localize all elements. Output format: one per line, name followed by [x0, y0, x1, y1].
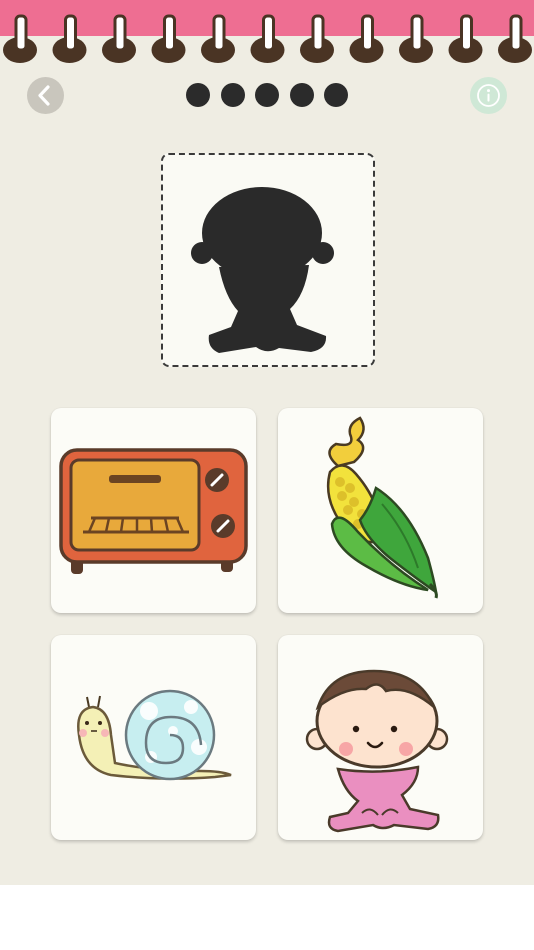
choice-card-baby[interactable]: [278, 635, 483, 840]
baby-icon: [305, 669, 449, 833]
progress-dot: [324, 83, 348, 107]
notebook-rings: [3, 14, 532, 63]
spiral-ring: [102, 14, 136, 63]
spiral-ring: [52, 14, 87, 63]
baby-silhouette-icon: [191, 187, 334, 353]
spiral-ring: [498, 14, 532, 63]
chevron-left-icon: [38, 85, 50, 106]
spiral-ring: [3, 14, 37, 63]
progress-dots: [186, 83, 348, 107]
spiral-ring: [250, 14, 285, 63]
choice-card-snail[interactable]: [51, 635, 256, 840]
toaster-oven-icon: [59, 448, 248, 574]
silhouette-card: [161, 153, 375, 367]
progress-dot: [255, 83, 279, 107]
progress-dot: [186, 83, 210, 107]
progress-dot: [220, 83, 245, 107]
game-screen: [0, 0, 534, 885]
progress-dot: [289, 83, 314, 107]
spiral-ring: [201, 14, 235, 63]
info-icon: [477, 84, 500, 107]
spiral-ring: [300, 14, 334, 63]
spiral-ring: [399, 14, 433, 63]
info-button[interactable]: [470, 77, 507, 114]
back-button[interactable]: [27, 77, 64, 114]
choice-card-corn[interactable]: [278, 408, 483, 613]
choice-card-toaster[interactable]: [51, 408, 256, 613]
spiral-ring: [151, 14, 186, 63]
spiral-ring: [448, 14, 483, 63]
snail-icon: [77, 689, 232, 781]
spiral-ring: [349, 14, 384, 63]
corn-icon: [326, 416, 438, 599]
